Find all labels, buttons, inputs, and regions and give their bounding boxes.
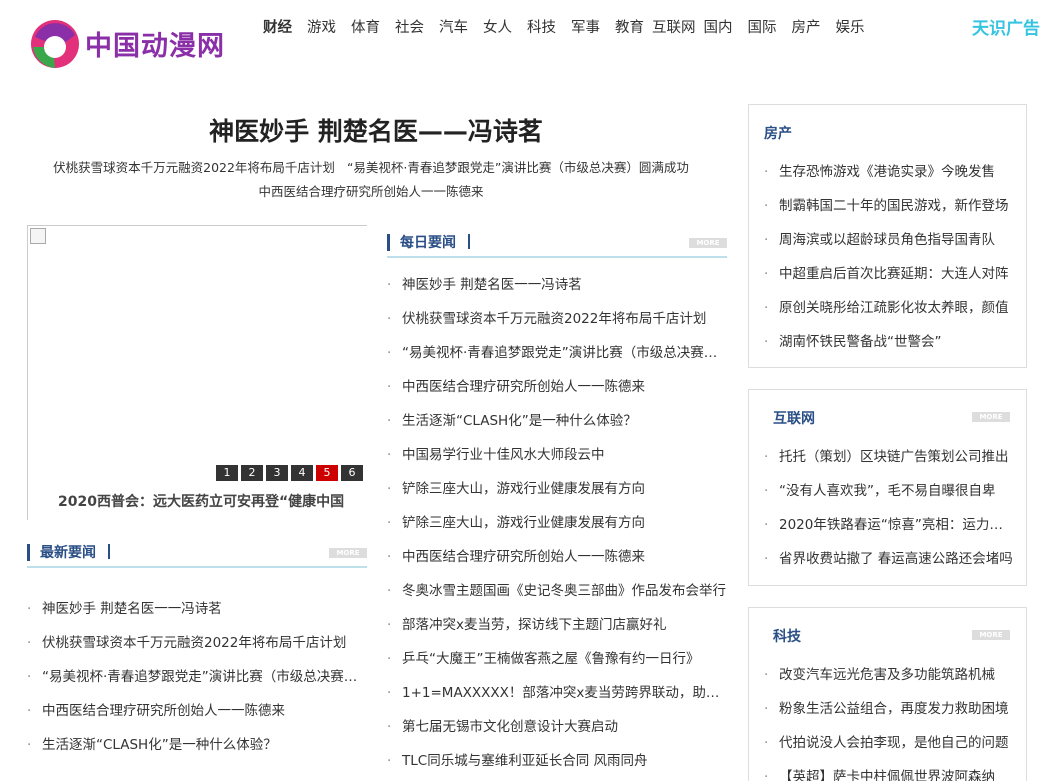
headline-sublinks: 伏桃获雪球资本千万元融资2022年将布局千店计划 “易美视杯·青春追梦跟党走”演讲… (26, 156, 716, 204)
list-item[interactable]: 1+1=MAXXXXX！部落冲突x麦当劳跨界联动，助力三星 (387, 676, 727, 710)
sublink[interactable]: “易美视杯·青春追梦跟党走”演讲比赛（市级总决赛）圆满成功 (347, 160, 689, 175)
nav-item-society[interactable]: 社会 (395, 17, 424, 39)
realestate-title: 房产 (764, 126, 792, 142)
sublink[interactable]: 中西医结合理疗研究所创始人一一陈德来 (258, 184, 483, 199)
nav-item-education[interactable]: 教育 (615, 17, 644, 39)
list-item[interactable]: “易美视杯·青春追梦跟党走”演讲比赛（市级总决赛）圆满成功 (387, 336, 727, 370)
main-nav: 财经 游戏 体育 社会 汽车 女人 科技 军事 教育 互联网 国内 国际 房产 … (263, 17, 880, 39)
list-item[interactable]: 铲除三座大山，游戏行业健康发展有方向 (387, 472, 727, 506)
nav-item-tech[interactable]: 科技 (527, 17, 556, 39)
more-button[interactable]: MORE (972, 412, 1010, 422)
nav-item-auto[interactable]: 汽车 (439, 17, 468, 39)
latest-news-header: 最新要闻 MORE (27, 538, 367, 568)
list-item[interactable]: 湖南怀铁民警备战“世警会” (764, 325, 1014, 359)
slider-caption[interactable]: 2020西普会：远大医药立可安再登“健康中国 (58, 491, 344, 511)
list-item[interactable]: 冬奥冰雪主题国画《史记冬奥三部曲》作品发布会举行 (387, 574, 727, 608)
list-item[interactable]: 原创关晓彤给江疏影化妆太养眼，颜值 (764, 291, 1014, 325)
tech-title: 科技 (773, 629, 801, 645)
daily-news-list: 神医妙手 荆楚名医一一冯诗茗 伏桃获雪球资本千万元融资2022年将布局千店计划 … (387, 268, 727, 778)
site-header: 中国动漫网 财经 游戏 体育 社会 汽车 女人 科技 军事 教育 互联网 国内 … (0, 0, 1055, 80)
list-item[interactable]: 中西医结合理疗研究所创始人一一陈德来 (27, 694, 367, 728)
internet-title: 互联网 (773, 411, 815, 427)
list-item[interactable]: 神医妙手 荆楚名医一一冯诗茗 (27, 592, 367, 626)
nav-item-domestic[interactable]: 国内 (704, 17, 733, 39)
nav-item-sports[interactable]: 体育 (351, 17, 380, 39)
daily-news-header: 每日要闻 MORE (387, 228, 727, 258)
latest-news-list: 神医妙手 荆楚名医一一冯诗茗 伏桃获雪球资本千万元融资2022年将布局千店计划 … (27, 592, 367, 762)
slider-page-2[interactable]: 2 (241, 465, 263, 481)
list-item[interactable]: 托托（策划）区块链广告策划公司推出 (764, 440, 1014, 474)
ad-link[interactable]: 天识广告 (972, 14, 1040, 39)
list-item[interactable]: 乒乓“大魔王”王楠做客燕之屋《鲁豫有约一日行》 (387, 642, 727, 676)
slider-page-1[interactable]: 1 (216, 465, 238, 481)
list-item[interactable]: 伏桃获雪球资本千万元融资2022年将布局千店计划 (387, 302, 727, 336)
daily-news-title: 每日要闻 (387, 234, 470, 251)
nav-item-international[interactable]: 国际 (748, 17, 777, 39)
slider-page-3[interactable]: 3 (266, 465, 288, 481)
list-item[interactable]: 周海滨或以超龄球员角色指导国青队 (764, 223, 1014, 257)
nav-item-entertainment[interactable]: 娱乐 (836, 17, 865, 39)
more-button[interactable]: MORE (972, 630, 1010, 640)
list-item[interactable]: 代拍说没人会拍李现，是他自己的问题 (764, 726, 1014, 760)
slider-page-6[interactable]: 6 (341, 465, 363, 481)
list-item[interactable]: TLC同乐城与塞维利亚延长合同 风雨同舟 (387, 744, 727, 778)
slider-page-4[interactable]: 4 (291, 465, 313, 481)
nav-item-realestate[interactable]: 房产 (792, 17, 821, 39)
logo-icon (31, 20, 79, 68)
nav-item-internet[interactable]: 互联网 (652, 17, 696, 39)
list-item[interactable]: 【英超】萨卡中柱佩佩世界波阿森纳 (764, 760, 1014, 781)
list-item[interactable]: “易美视杯·青春追梦跟党走”演讲比赛（市级总决赛）圆满成功 (27, 660, 367, 694)
slider-page-5[interactable]: 5 (316, 465, 338, 481)
list-item[interactable]: 神医妙手 荆楚名医一一冯诗茗 (387, 268, 727, 302)
image-slider[interactable]: 1 2 3 4 5 6 2020西普会：远大医药立可安再登“健康中国 (27, 225, 367, 520)
site-logo[interactable]: 中国动漫网 (29, 15, 229, 71)
headline-title[interactable]: 神医妙手 荆楚名医——冯诗茗 (26, 112, 726, 148)
realestate-list: 生存恐怖游戏《港诡实录》今晚发售 制霸韩国二十年的国民游戏，新作登场 周海滨或以… (764, 155, 1014, 359)
list-item[interactable]: 中西医结合理疗研究所创始人一一陈德来 (387, 540, 727, 574)
list-item[interactable]: 部落冲突x麦当劳，探访线下主题门店赢好礼 (387, 608, 727, 642)
internet-box: 互联网 MORE 托托（策划）区块链广告策划公司推出 “没有人喜欢我”，毛不易自… (748, 389, 1027, 586)
internet-list: 托托（策划）区块链广告策划公司推出 “没有人喜欢我”，毛不易自曝很自卑 2020… (764, 440, 1014, 576)
tech-box: 科技 MORE 改变汽车远光危害及多功能筑路机械 粉象生活公益组合，再度发力救助… (748, 607, 1027, 781)
list-item[interactable]: 第七届无锡市文化创意设计大赛启动 (387, 710, 727, 744)
more-button[interactable]: MORE (329, 548, 367, 558)
list-item[interactable]: 制霸韩国二十年的国民游戏，新作登场 (764, 189, 1014, 223)
list-item[interactable]: 粉象生活公益组合，再度发力救助困境 (764, 692, 1014, 726)
logo-text: 中国动漫网 (85, 30, 225, 62)
list-item[interactable]: 中西医结合理疗研究所创始人一一陈德来 (387, 370, 727, 404)
nav-item-games[interactable]: 游戏 (307, 17, 336, 39)
list-item[interactable]: 生活逐渐“CLASH化”是一种什么体验？ (27, 728, 367, 762)
list-item[interactable]: 中超重启后首次比赛延期：大连人对阵 (764, 257, 1014, 291)
latest-news-title: 最新要闻 (27, 544, 110, 561)
list-item[interactable]: 伏桃获雪球资本千万元融资2022年将布局千店计划 (27, 626, 367, 660)
sublink[interactable]: 伏桃获雪球资本千万元融资2022年将布局千店计划 (53, 160, 335, 175)
list-item[interactable]: 省界收费站撤了 春运高速公路还会堵吗 (764, 542, 1014, 576)
broken-image-icon (30, 228, 46, 244)
list-item[interactable]: “没有人喜欢我”，毛不易自曝很自卑 (764, 474, 1014, 508)
list-item[interactable]: 改变汽车远光危害及多功能筑路机械 (764, 658, 1014, 692)
nav-item-women[interactable]: 女人 (483, 17, 512, 39)
list-item[interactable]: 生活逐渐“CLASH化”是一种什么体验？ (387, 404, 727, 438)
list-item[interactable]: 铲除三座大山，游戏行业健康发展有方向 (387, 506, 727, 540)
realestate-box: 房产 生存恐怖游戏《港诡实录》今晚发售 制霸韩国二十年的国民游戏，新作登场 周海… (748, 104, 1027, 368)
more-button[interactable]: MORE (689, 238, 727, 248)
slider-pagination: 1 2 3 4 5 6 (216, 465, 366, 481)
tech-list: 改变汽车远光危害及多功能筑路机械 粉象生活公益组合，再度发力救助困境 代拍说没人… (764, 658, 1014, 781)
nav-item-military[interactable]: 军事 (571, 17, 600, 39)
list-item[interactable]: 生存恐怖游戏《港诡实录》今晚发售 (764, 155, 1014, 189)
list-item[interactable]: 中国易学行业十佳风水大师段云中 (387, 438, 727, 472)
nav-item-finance[interactable]: 财经 (263, 17, 292, 39)
list-item[interactable]: 2020年铁路春运“惊喜”亮相：运力增加 (764, 508, 1014, 542)
